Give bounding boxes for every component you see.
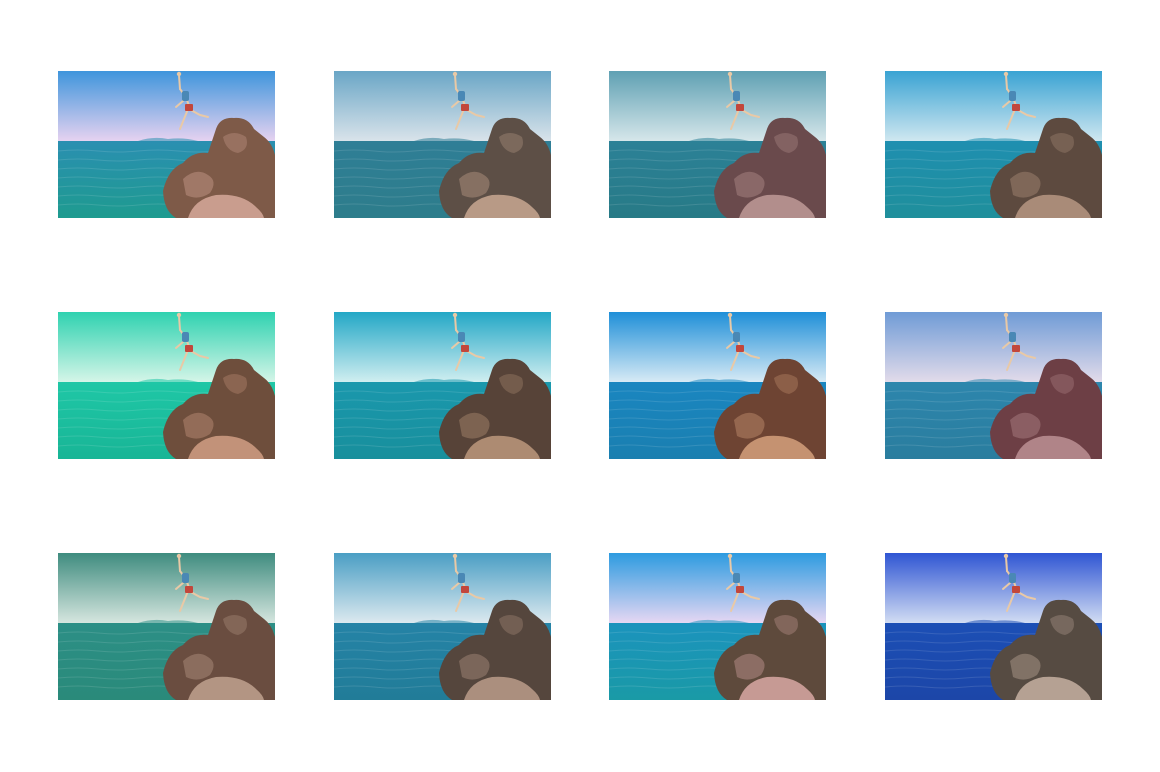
diver-hand	[452, 312, 458, 318]
thumbnail-photo	[334, 71, 551, 218]
filter-thumbnail[interactable]	[885, 553, 1102, 700]
diver-shirt	[733, 573, 740, 583]
filter-thumbnail[interactable]	[334, 71, 551, 218]
diver-shorts	[1012, 586, 1020, 593]
diver-hand	[727, 312, 733, 318]
thumbnail-photo	[609, 553, 826, 700]
diver-shorts	[461, 345, 469, 352]
diver-shorts	[736, 104, 744, 111]
diver-hand	[176, 312, 182, 318]
thumbnail-photo	[334, 553, 551, 700]
filter-thumbnail[interactable]	[885, 71, 1102, 218]
filter-thumbnail[interactable]	[334, 553, 551, 700]
diver-shorts	[185, 586, 193, 593]
thumbnail-photo	[885, 553, 1102, 700]
diver-shirt	[182, 91, 189, 101]
diver-hand	[452, 71, 458, 77]
filter-thumbnail[interactable]	[58, 71, 275, 218]
diver-hand	[176, 553, 182, 559]
diver-shirt	[182, 332, 189, 342]
diver-hand	[1003, 553, 1009, 559]
diver-shirt	[733, 332, 740, 342]
filter-thumbnail[interactable]	[609, 312, 826, 459]
diver-hand	[727, 71, 733, 77]
diver-shorts	[1012, 104, 1020, 111]
filter-thumbnail[interactable]	[609, 71, 826, 218]
filter-thumbnail[interactable]	[334, 312, 551, 459]
diver-hand	[176, 71, 182, 77]
diver-shirt	[458, 573, 465, 583]
diver-shorts	[736, 345, 744, 352]
thumbnail-photo	[58, 553, 275, 700]
filter-thumbnail[interactable]	[609, 553, 826, 700]
diver-shirt	[182, 573, 189, 583]
thumbnail-photo	[334, 312, 551, 459]
diver-shorts	[736, 586, 744, 593]
diver-shirt	[733, 91, 740, 101]
filter-preview-grid	[0, 0, 1160, 772]
diver-shirt	[1009, 91, 1016, 101]
diver-shirt	[1009, 332, 1016, 342]
filter-thumbnail[interactable]	[885, 312, 1102, 459]
diver-shirt	[458, 91, 465, 101]
thumbnail-photo	[885, 71, 1102, 218]
diver-shirt	[1009, 573, 1016, 583]
filter-thumbnail[interactable]	[58, 312, 275, 459]
diver-shorts	[185, 345, 193, 352]
thumbnail-photo	[58, 71, 275, 218]
diver-hand	[727, 553, 733, 559]
diver-shorts	[1012, 345, 1020, 352]
diver-shorts	[461, 104, 469, 111]
diver-shirt	[458, 332, 465, 342]
diver-hand	[1003, 312, 1009, 318]
thumbnail-photo	[609, 71, 826, 218]
diver-hand	[452, 553, 458, 559]
thumbnail-photo	[885, 312, 1102, 459]
diver-shorts	[461, 586, 469, 593]
thumbnail-photo	[609, 312, 826, 459]
diver-shorts	[185, 104, 193, 111]
diver-hand	[1003, 71, 1009, 77]
thumbnail-photo	[58, 312, 275, 459]
filter-thumbnail[interactable]	[58, 553, 275, 700]
